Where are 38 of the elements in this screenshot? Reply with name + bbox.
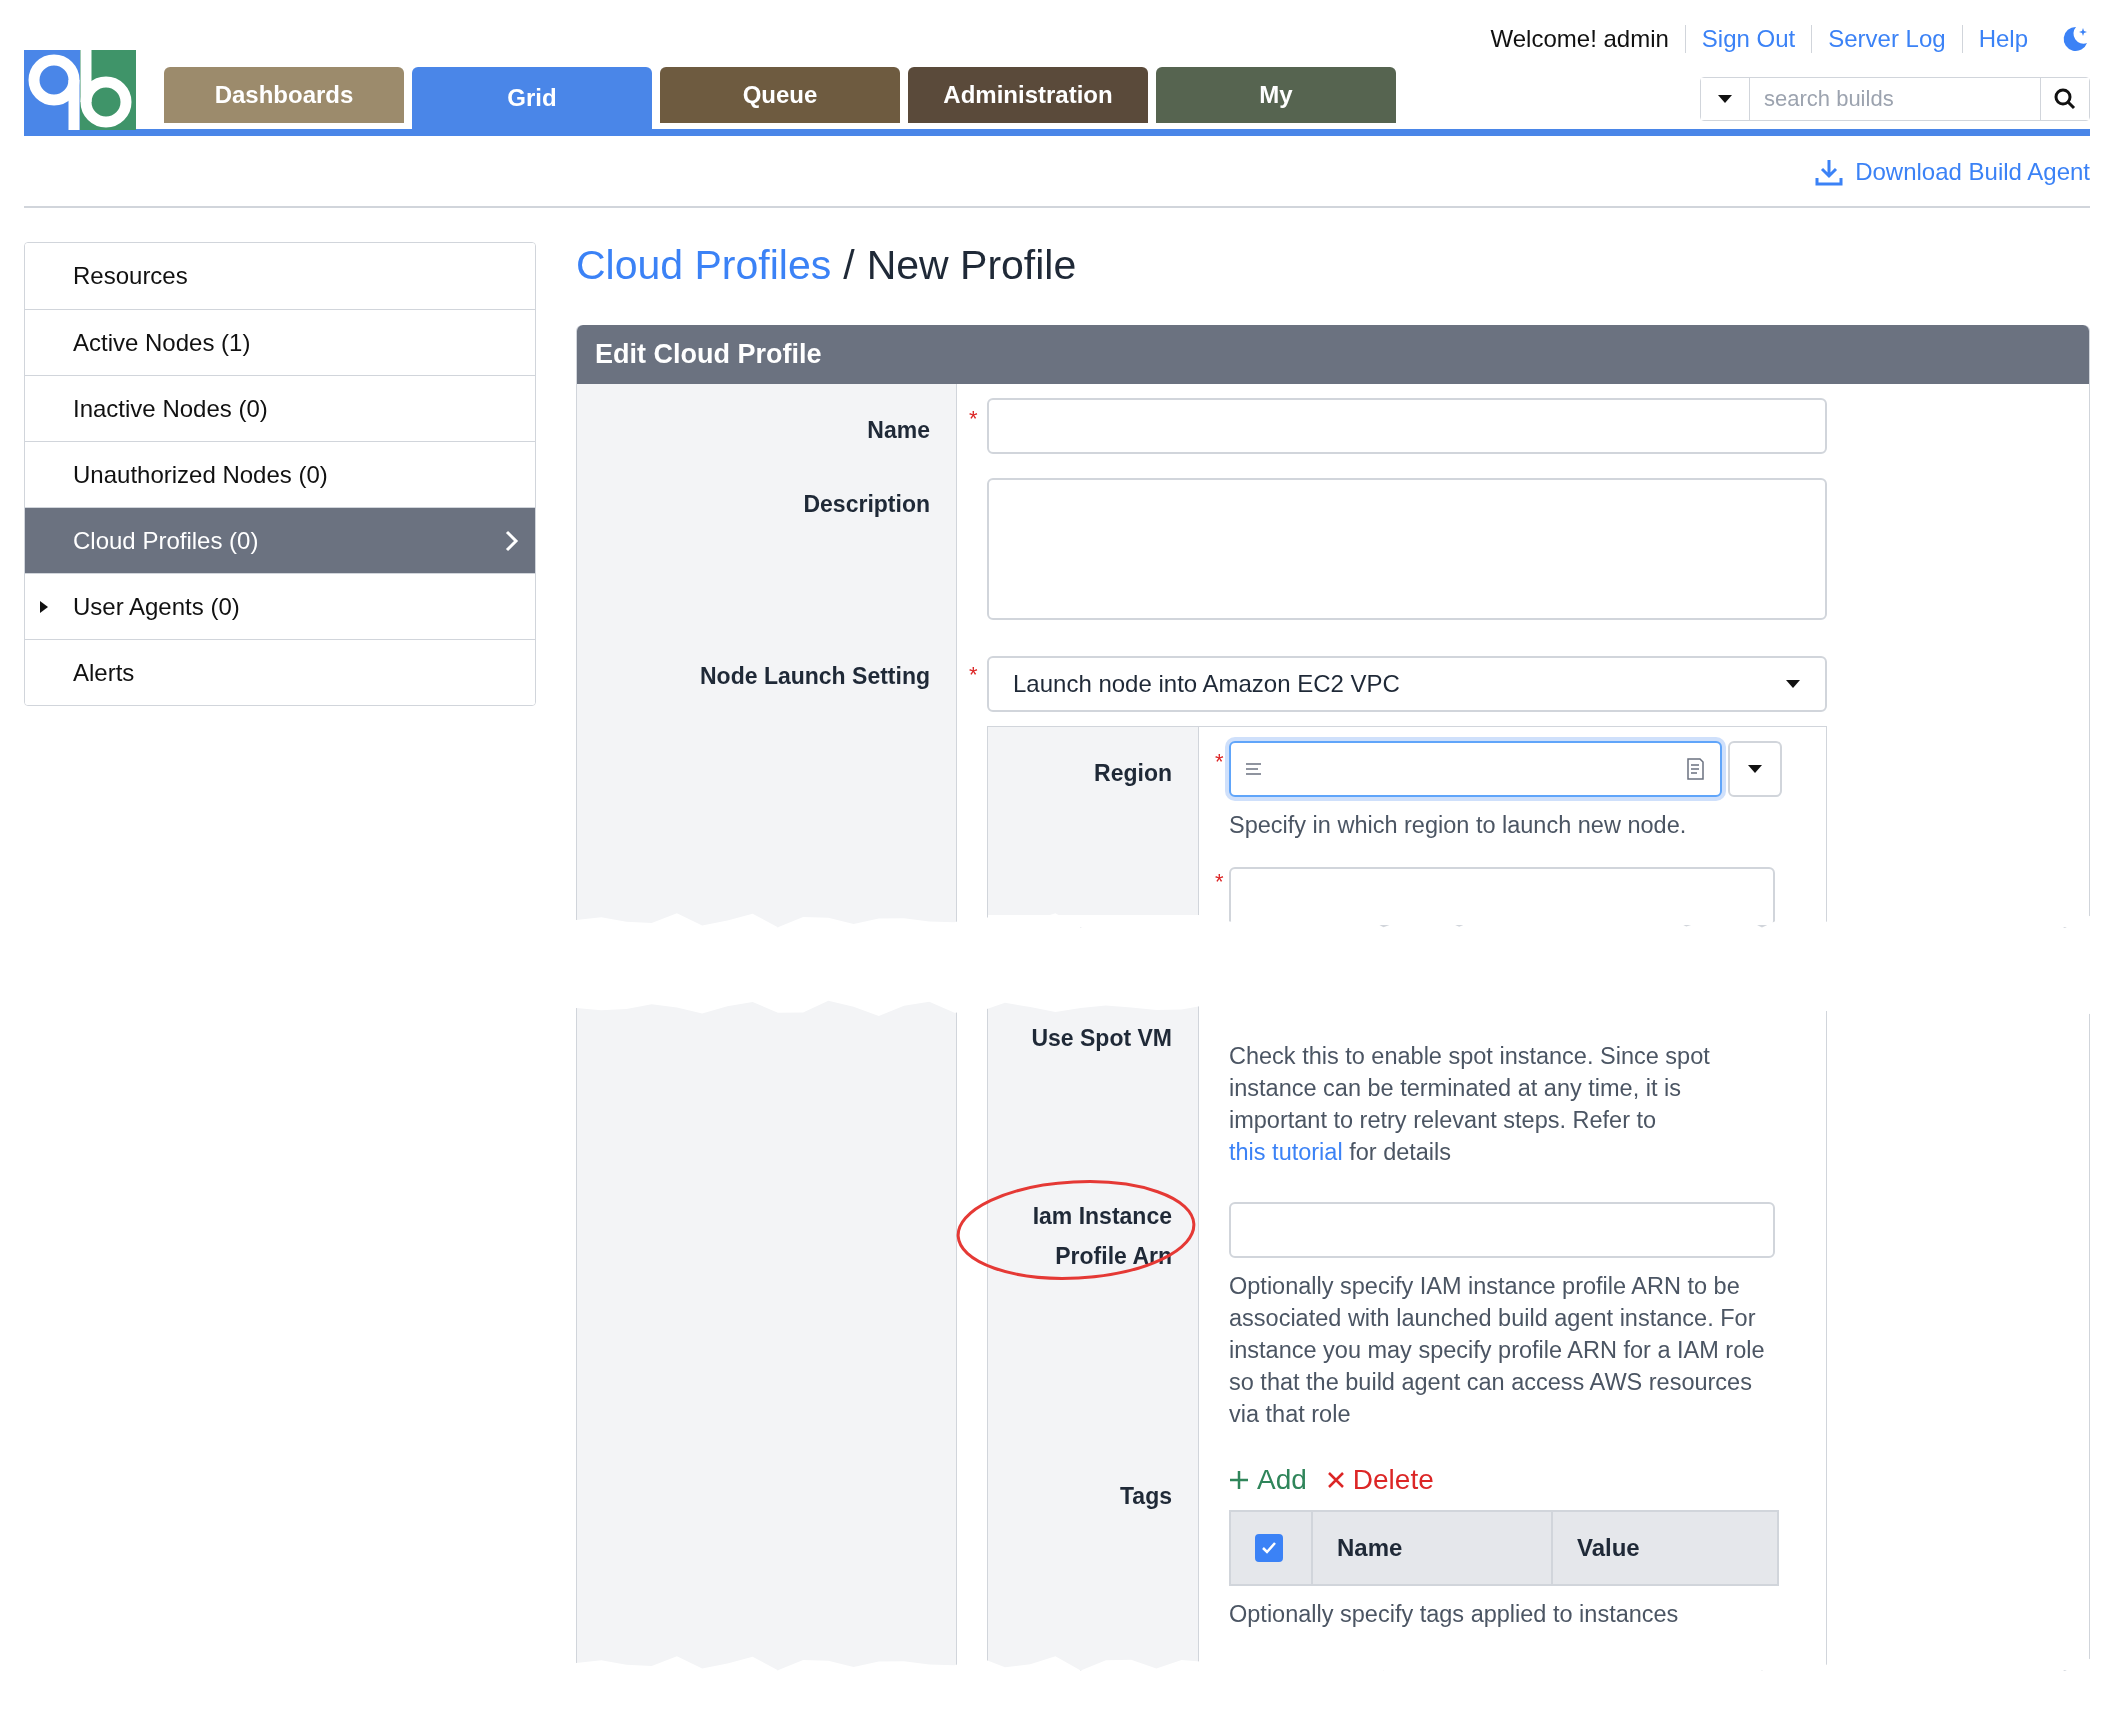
help-text: Optionally specify tags applied to instances bbox=[1229, 1600, 1680, 1629]
nav-tab[interactable]: Grid bbox=[412, 67, 652, 129]
field-label: Description bbox=[803, 490, 930, 519]
search-field[interactable]: search builds bbox=[1749, 78, 2041, 120]
required-mark: * bbox=[969, 406, 978, 432]
help-text: Check this to enable spot instance. Since spot instance can be terminated at any time, it is important to retry relevant steps. Refer to this tutorial for details bbox=[1229, 1042, 1711, 1167]
tutorial-link[interactable]: this tutorial bbox=[1229, 1139, 1343, 1165]
welcome-text: Welcome! admin bbox=[1490, 25, 1670, 53]
panel-title: Edit Cloud Profile bbox=[577, 325, 2089, 384]
add-link[interactable]: Add bbox=[1229, 1464, 1307, 1496]
required-mark: * bbox=[969, 662, 978, 688]
sidebar-item[interactable]: Alerts bbox=[25, 639, 535, 705]
breadcrumb-separator: / bbox=[843, 242, 855, 289]
header-link[interactable]: Help bbox=[1961, 25, 2044, 53]
sidebar-item[interactable]: Cloud Profiles (0) bbox=[25, 507, 535, 573]
nav-tab[interactable]: Dashboards bbox=[164, 67, 404, 123]
delete-link[interactable]: Delete bbox=[1326, 1464, 1434, 1496]
required-mark: * bbox=[1215, 869, 1224, 895]
search-box[interactable]: search builds bbox=[1700, 77, 2090, 121]
nav-tab[interactable]: Queue bbox=[660, 67, 900, 123]
header-link[interactable]: Server Log bbox=[1811, 25, 1962, 53]
help-text: Specify in which region to launch new node. bbox=[1229, 811, 1688, 840]
nav-tab[interactable]: Administration bbox=[908, 67, 1148, 123]
launch-setting-select[interactable]: Launch node into Amazon EC2 VPC bbox=[987, 656, 1827, 712]
help-text: Optionally specify IAM instance profile ARN to be associated with launched build agent instance. For instance you may specify profile ARN for a IAM role so that the build agent can access AWS resources via that role bbox=[1229, 1272, 1766, 1429]
field-label: Node Launch Setting bbox=[700, 662, 930, 691]
download-agent-link[interactable]: Download Build Agent bbox=[1815, 158, 2090, 186]
field-label: Tags bbox=[1120, 1482, 1172, 1511]
field-label: Use Spot VM bbox=[1031, 1024, 1172, 1053]
field-label: Region bbox=[1094, 759, 1172, 788]
required-mark: * bbox=[1215, 749, 1224, 775]
header-link[interactable]: Sign Out bbox=[1684, 25, 1812, 53]
field-label: Name bbox=[867, 416, 930, 445]
page-title: New Profile bbox=[866, 242, 1077, 289]
column-header: Name bbox=[1311, 1512, 1551, 1584]
column-header: Value bbox=[1551, 1512, 1777, 1584]
breadcrumb-link[interactable]: Cloud Profiles bbox=[576, 242, 832, 289]
nav-tab[interactable]: My bbox=[1156, 67, 1396, 123]
